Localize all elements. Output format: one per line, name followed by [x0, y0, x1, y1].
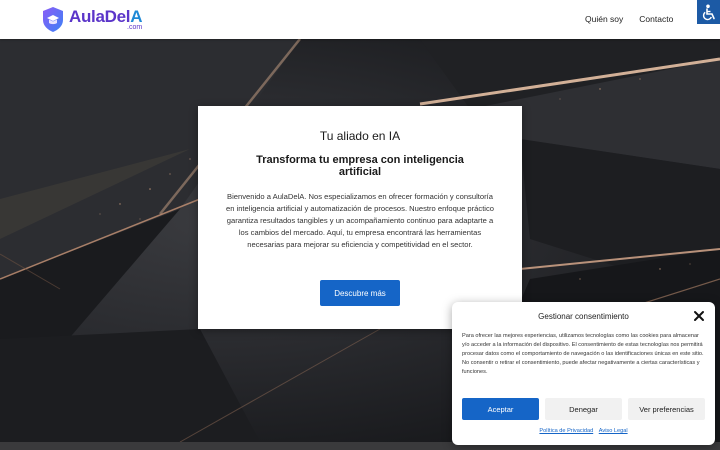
hero-title: Tu aliado en IA [319, 129, 401, 143]
wheelchair-icon [702, 4, 715, 20]
hero-card: Tu aliado en IA Transforma tu empresa co… [198, 106, 522, 329]
nav-link-quien-soy[interactable]: Quién soy [585, 14, 623, 24]
cookie-consent-dialog: Gestionar consentimiento Para ofrecer la… [452, 302, 715, 445]
logo-wordmark: AulaDelA [69, 7, 143, 26]
main-nav: Quién soy Contacto [585, 14, 673, 24]
cookie-actions: Aceptar Denegar Ver preferencias [462, 398, 705, 420]
site-logo[interactable]: AulaDelA .com [41, 6, 142, 33]
accessibility-button[interactable] [697, 0, 720, 24]
discover-more-button[interactable]: Descubre más [320, 280, 400, 306]
privacy-policy-link[interactable]: Política de Privacidad [539, 428, 593, 434]
cookie-dialog-links: Política de Privacidad Aviso Legal [452, 428, 715, 434]
legal-notice-link[interactable]: Aviso Legal [599, 428, 628, 434]
close-icon[interactable] [693, 310, 705, 322]
cookie-dialog-text: Para ofrecer las mejores experiencias, u… [462, 333, 704, 375]
hero-subtitle: Transforma tu empresa con inteligencia a… [256, 154, 464, 178]
cookie-dialog-title: Gestionar consentimiento [538, 312, 629, 321]
hero-description: Bienvenido a AulaDelA. Nos especializamo… [225, 192, 495, 249]
logo-domain: .com [127, 24, 143, 31]
nav-link-contacto[interactable]: Contacto [639, 14, 673, 24]
accept-button[interactable]: Aceptar [462, 398, 539, 420]
deny-button[interactable]: Denegar [545, 398, 622, 420]
site-header: AulaDelA .com Quién soy Contacto [0, 0, 720, 39]
logo-shield-icon [43, 7, 63, 32]
view-preferences-button[interactable]: Ver preferencias [628, 398, 705, 420]
